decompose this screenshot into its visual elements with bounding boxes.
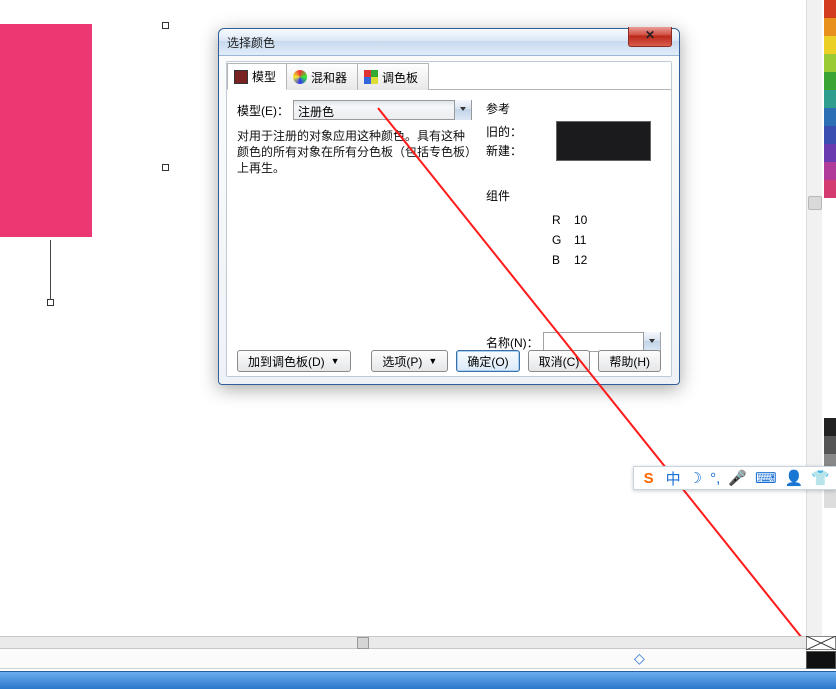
vertical-scrollbar-thumb[interactable]: [808, 196, 822, 210]
tab-bar: 模型 混和器 调色板: [227, 62, 671, 90]
model-combobox[interactable]: 注册色: [293, 100, 472, 120]
taskbar[interactable]: [0, 671, 836, 689]
close-button[interactable]: ✕: [628, 27, 672, 47]
palette-swatch[interactable]: [824, 180, 836, 198]
g-label: G: [552, 230, 574, 250]
button-label: 选项(P): [382, 353, 422, 370]
keyboard-icon[interactable]: ⌨: [755, 469, 777, 487]
dialog-button-bar: 加到调色板(D) ▼ 选项(P) ▼ 确定(O) 取消(C) 帮助(H): [227, 346, 671, 376]
r-label: R: [552, 210, 574, 230]
b-label: B: [552, 250, 574, 270]
dialog-titlebar[interactable]: 选择颜色 ✕: [219, 29, 679, 56]
person-icon[interactable]: 👤: [785, 469, 804, 487]
palette-swatch[interactable]: [824, 36, 836, 54]
select-color-dialog: 选择颜色 ✕ 模型 混和器 调色板 模型(E)：: [218, 28, 680, 385]
current-color-swatch[interactable]: [806, 651, 836, 669]
palette-swatch[interactable]: [824, 126, 836, 144]
model-description: 对用于注册的对象应用这种颜色。具有这种颜色的所有对象在所有分色板（包括专色板）上…: [237, 128, 472, 176]
palette-swatch[interactable]: [824, 90, 836, 108]
ok-button[interactable]: 确定(O): [456, 350, 519, 372]
shirt-icon[interactable]: 👕: [811, 469, 830, 487]
ime-toolbar[interactable]: S 中 ☽ °, 🎤 ⌨ 👤 👕: [633, 466, 836, 490]
color-palette-dock: [824, 0, 836, 640]
palette-swatch[interactable]: [824, 0, 836, 18]
ime-lang-toggle[interactable]: 中: [666, 468, 681, 489]
palette-swatch[interactable]: [824, 108, 836, 126]
selection-handle[interactable]: [162, 22, 169, 29]
palette-swatch[interactable]: [824, 162, 836, 180]
model-value: 注册色: [298, 105, 334, 119]
palette-swatch[interactable]: [824, 54, 836, 72]
fill-indicator-icon[interactable]: ◇: [634, 650, 645, 667]
options-button[interactable]: 选项(P) ▼: [371, 350, 448, 372]
palette-swatch[interactable]: [824, 18, 836, 36]
chevron-down-icon: ▼: [428, 356, 437, 366]
old-color-label: 旧的：: [486, 123, 522, 140]
button-label: 确定(O): [467, 353, 508, 370]
selected-shape[interactable]: [0, 24, 92, 237]
button-label: 取消(C): [539, 353, 580, 370]
chevron-down-icon: ▼: [331, 356, 340, 366]
horizontal-scrollbar-thumb[interactable]: [357, 637, 369, 649]
tab-mixer[interactable]: 混和器: [286, 63, 358, 90]
model-icon: [234, 70, 248, 84]
punctuation-icon[interactable]: °,: [710, 470, 720, 487]
new-color-label: 新建：: [486, 142, 522, 159]
model-label: 模型(E)：: [237, 102, 289, 119]
tab-label: 模型: [252, 68, 276, 85]
palette-icon: [364, 70, 378, 84]
moon-icon[interactable]: ☽: [689, 469, 702, 487]
selection-handle[interactable]: [47, 299, 54, 306]
vertical-scrollbar-track[interactable]: [806, 0, 822, 640]
add-to-palette-button[interactable]: 加到调色板(D) ▼: [237, 350, 351, 372]
microphone-icon[interactable]: 🎤: [728, 469, 747, 487]
selection-handle[interactable]: [162, 164, 169, 171]
tab-palette[interactable]: 调色板: [357, 63, 429, 90]
palette-swatch[interactable]: [824, 418, 836, 436]
mixer-icon: [293, 70, 307, 84]
reference-title: 参考: [486, 100, 661, 117]
palette-swatch[interactable]: [824, 144, 836, 162]
palette-swatch[interactable]: [824, 436, 836, 454]
selection-edge: [50, 240, 51, 300]
palette-swatch[interactable]: [824, 490, 836, 508]
b-value: 12: [574, 250, 587, 270]
components-title: 组件: [486, 187, 661, 204]
no-fill-swatch[interactable]: [806, 636, 836, 650]
status-bar: [0, 649, 836, 669]
chevron-down-icon: [454, 100, 471, 120]
help-button[interactable]: 帮助(H): [598, 350, 661, 372]
dialog-title: 选择颜色: [227, 36, 275, 50]
dialog-body: 模型 混和器 调色板 模型(E)： 注册色 对用于注册的对象: [226, 61, 672, 377]
close-icon: ✕: [645, 28, 655, 42]
tab-model[interactable]: 模型: [227, 63, 287, 90]
palette-swatch[interactable]: [824, 72, 836, 90]
button-label: 加到调色板(D): [248, 353, 325, 370]
cancel-button[interactable]: 取消(C): [528, 350, 591, 372]
tab-label: 调色板: [382, 69, 418, 86]
horizontal-scrollbar-track[interactable]: [0, 636, 836, 649]
tab-label: 混和器: [311, 69, 347, 86]
g-value: 11: [574, 230, 586, 250]
button-label: 帮助(H): [609, 353, 650, 370]
r-value: 10: [574, 210, 587, 230]
rgb-readout: R10 G11 B12: [552, 210, 661, 270]
ime-logo-icon[interactable]: S: [640, 469, 658, 487]
